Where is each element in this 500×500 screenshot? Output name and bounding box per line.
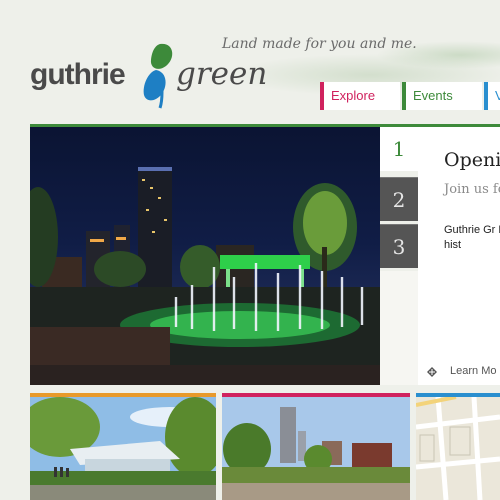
- leaf-icon: [427, 367, 437, 377]
- nav-item-events[interactable]: Events: [402, 82, 482, 110]
- slide-caption-panel: Openi Join us fo Tulsa. Guthrie Gr Distr…: [418, 127, 500, 385]
- feature-thumbnail-skyline[interactable]: [222, 393, 410, 500]
- nav-item-partial[interactable]: V: [484, 82, 500, 110]
- slide-tab-1[interactable]: 1: [380, 127, 418, 171]
- slide-tab-2[interactable]: 2: [380, 177, 418, 221]
- learn-more-label: Learn Mo: [450, 365, 497, 377]
- logo-text-green: green: [176, 56, 268, 92]
- slide-body: Guthrie Gr District. Ed fountains, to th…: [444, 224, 500, 251]
- logo-text-guthrie: guthrie: [30, 58, 126, 91]
- slide-title: Openi: [444, 149, 500, 171]
- feature-thumbnail-map[interactable]: [416, 393, 500, 500]
- tagline: Land made for you and me.: [222, 36, 417, 52]
- pavilion-photo: [30, 397, 216, 500]
- slide-tabs-filler: [380, 271, 418, 385]
- logo-leaf-mark: [143, 43, 173, 109]
- feature-thumbnail-pavilion[interactable]: [30, 393, 216, 500]
- map-image: [416, 397, 500, 500]
- slide-subtitle: Join us fo Tulsa.: [444, 182, 500, 197]
- hero-slide-image[interactable]: [30, 127, 380, 385]
- skyline-photo: [222, 397, 410, 500]
- slide-tab-3[interactable]: 3: [380, 224, 418, 268]
- slide-tabs: 1 2 3: [380, 127, 418, 385]
- nav-item-explore[interactable]: Explore: [320, 82, 400, 110]
- hero-photo: [30, 167, 380, 385]
